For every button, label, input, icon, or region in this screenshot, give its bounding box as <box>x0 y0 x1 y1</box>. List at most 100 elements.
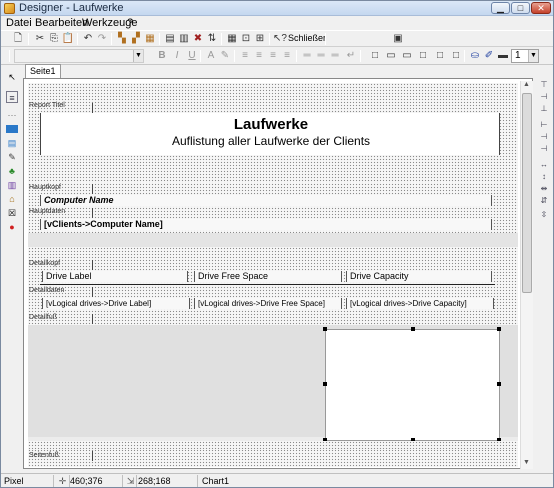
same-height-icon[interactable]: ↕ <box>538 171 550 182</box>
resize-handle[interactable] <box>497 382 501 386</box>
group-icon[interactable]: ▦ <box>143 32 157 46</box>
close-button[interactable]: ✕ <box>531 2 551 14</box>
align-bottom-icon[interactable]: ⊥ <box>538 103 550 114</box>
border-all-icon[interactable]: □ <box>416 49 430 63</box>
font-name-select[interactable]: ▼ <box>14 49 144 63</box>
detail-field-capacity[interactable]: [vLogical drives->Drive Capacity] <box>346 298 494 309</box>
line-width-select[interactable]: 1 ▼ <box>511 49 539 63</box>
space-vertical-icon[interactable]: ⇵ <box>538 195 550 206</box>
resize-handle[interactable] <box>323 382 327 386</box>
cut-icon[interactable]: ✂ <box>33 32 47 46</box>
band-main-header[interactable]: Hauptkopf Computer Name <box>28 183 518 207</box>
menu-help[interactable]: ? <box>127 17 133 29</box>
highlight-icon[interactable]: ✎ <box>218 49 232 63</box>
border-box-icon[interactable]: □ <box>449 49 463 63</box>
line-style-icon[interactable]: ▬ <box>496 49 510 63</box>
minimize-button[interactable]: ▁ <box>491 2 510 14</box>
title-bar[interactable]: Designer - Laufwerke ▁ □ ✕ <box>1 1 553 16</box>
barcode-tool-icon[interactable]: ▥ <box>6 179 18 191</box>
menu-bearbeiten[interactable]: Bearbeiten <box>35 17 88 29</box>
undo-icon[interactable]: ↶ <box>81 32 95 46</box>
maximize-button[interactable]: □ <box>511 2 530 14</box>
align-center-icon[interactable]: ≡ <box>252 49 266 63</box>
bring-front-icon[interactable]: ▚ <box>115 32 129 46</box>
valign-top-icon[interactable]: ═ <box>300 49 314 63</box>
close-designer-button[interactable]: Schließer <box>288 33 326 43</box>
field-tool-icon[interactable]: ▤ <box>6 137 18 149</box>
align-top-icon[interactable]: ⊤ <box>538 79 550 90</box>
band-detail-data[interactable]: Detaildaten [vLogical drives->Drive Labe… <box>28 286 518 313</box>
border-none-icon[interactable]: □ <box>368 49 382 63</box>
resize-handle[interactable] <box>411 327 415 331</box>
line-tool-icon[interactable]: ✎ <box>6 151 18 163</box>
chart-object[interactable] <box>323 327 501 442</box>
resize-handle[interactable] <box>323 327 327 331</box>
wordwrap-icon[interactable]: ↵ <box>344 49 358 63</box>
richtext-tool-icon[interactable]: ⌂ <box>6 193 18 205</box>
image-tool-icon[interactable] <box>6 125 18 133</box>
vertical-scrollbar[interactable]: ▲ ▼ <box>520 81 533 469</box>
pointer-tool-icon[interactable]: ↖ <box>6 71 18 83</box>
data-field[interactable]: [vClients->Computer Name] <box>40 219 492 230</box>
checkbox-tool-icon[interactable]: ☒ <box>6 207 18 219</box>
detail-header-capacity[interactable]: Drive Capacity <box>346 271 492 282</box>
detail-header-label[interactable]: Drive Label <box>42 271 188 282</box>
delete-icon[interactable]: ✖ <box>191 32 205 46</box>
line-color-icon[interactable]: ✐ <box>482 49 496 63</box>
align-center-icon[interactable]: ⊣ <box>538 131 550 142</box>
new-report-icon[interactable]: 🗋 <box>11 32 25 46</box>
band-detail-footer[interactable]: Detailfuß <box>28 313 518 325</box>
redo-icon[interactable]: ↷ <box>95 32 109 46</box>
underline-icon[interactable]: U <box>185 49 199 63</box>
header-field[interactable]: Computer Name <box>40 195 492 206</box>
sort-icon[interactable]: ⇅ <box>205 32 219 46</box>
italic-icon[interactable]: I <box>170 49 184 63</box>
border-bold-icon[interactable]: □ <box>433 49 447 63</box>
justify-icon[interactable]: ≡ <box>280 49 294 63</box>
fill-color-icon[interactable]: ⛀ <box>468 49 482 63</box>
copy-icon[interactable]: ⎘ <box>47 32 61 46</box>
band-page-footer[interactable]: Seitenfuß <box>28 449 518 467</box>
title-box[interactable]: Laufwerke Auflistung aller Laufwerke der… <box>40 113 500 155</box>
snap-icon[interactable]: ⊡ <box>239 32 253 46</box>
bold-icon[interactable]: B <box>155 49 169 63</box>
help-cursor-icon[interactable]: ↖? <box>273 32 287 46</box>
detail-header-free-space[interactable]: Drive Free Space <box>194 271 342 282</box>
valign-bottom-icon[interactable]: ═ <box>328 49 342 63</box>
report-canvas[interactable]: Report Titel Laufwerke Auflistung aller … <box>28 83 518 467</box>
tab-seite1[interactable]: Seite1 <box>25 64 61 78</box>
scroll-down-icon[interactable]: ▼ <box>523 459 530 466</box>
shape-tool-icon[interactable]: ♣ <box>6 165 18 177</box>
chart-tool-icon[interactable]: ● <box>6 221 18 233</box>
grid-icon[interactable]: ▦ <box>225 32 239 46</box>
table-icon[interactable]: ⊞ <box>253 32 267 46</box>
copy-format-icon[interactable]: ▥ <box>177 32 191 46</box>
align-icon[interactable]: ▤ <box>163 32 177 46</box>
band-report-title[interactable]: Report Titel Laufwerke Auflistung aller … <box>28 101 518 161</box>
same-width-icon[interactable]: ↔ <box>538 159 550 170</box>
valign-middle-icon[interactable]: ═ <box>314 49 328 63</box>
layout-icon[interactable]: ▣ <box>391 32 405 46</box>
distribute-icon[interactable]: ⇳ <box>538 209 550 220</box>
align-left-icon[interactable]: ≡ <box>238 49 252 63</box>
align-left-icon[interactable]: ⊢ <box>538 119 550 130</box>
align-right-icon[interactable]: ≡ <box>266 49 280 63</box>
detail-field-free-space[interactable]: [vLogical drives->Drive Free Space] <box>194 298 342 309</box>
space-horizontal-icon[interactable]: ⇹ <box>538 183 550 194</box>
band-main-data[interactable]: Hauptdaten [vClients->Computer Name] <box>28 207 518 233</box>
scroll-up-icon[interactable]: ▲ <box>523 81 530 88</box>
band-detail-header[interactable]: Detailkopf Drive Label Drive Free Space … <box>28 259 518 286</box>
resize-handle[interactable] <box>497 327 501 331</box>
align-right-icon[interactable]: ⊣ <box>538 143 550 154</box>
border-bottom-icon[interactable]: ▭ <box>384 49 398 63</box>
paste-icon[interactable]: 📋 <box>61 32 75 46</box>
border-top-icon[interactable]: ▭ <box>400 49 414 63</box>
detail-field-label[interactable]: [vLogical drives->Drive Label] <box>42 298 190 309</box>
scroll-thumb[interactable] <box>522 93 532 293</box>
send-back-icon[interactable]: ▞ <box>129 32 143 46</box>
align-middle-icon[interactable]: ⊣ <box>538 91 550 102</box>
text-tool-icon[interactable]: ⋯ <box>6 109 18 121</box>
menu-datei[interactable]: Datei <box>6 17 32 29</box>
text-color-icon[interactable]: A <box>204 49 218 63</box>
band-tool-icon[interactable]: ≡ <box>6 91 18 103</box>
